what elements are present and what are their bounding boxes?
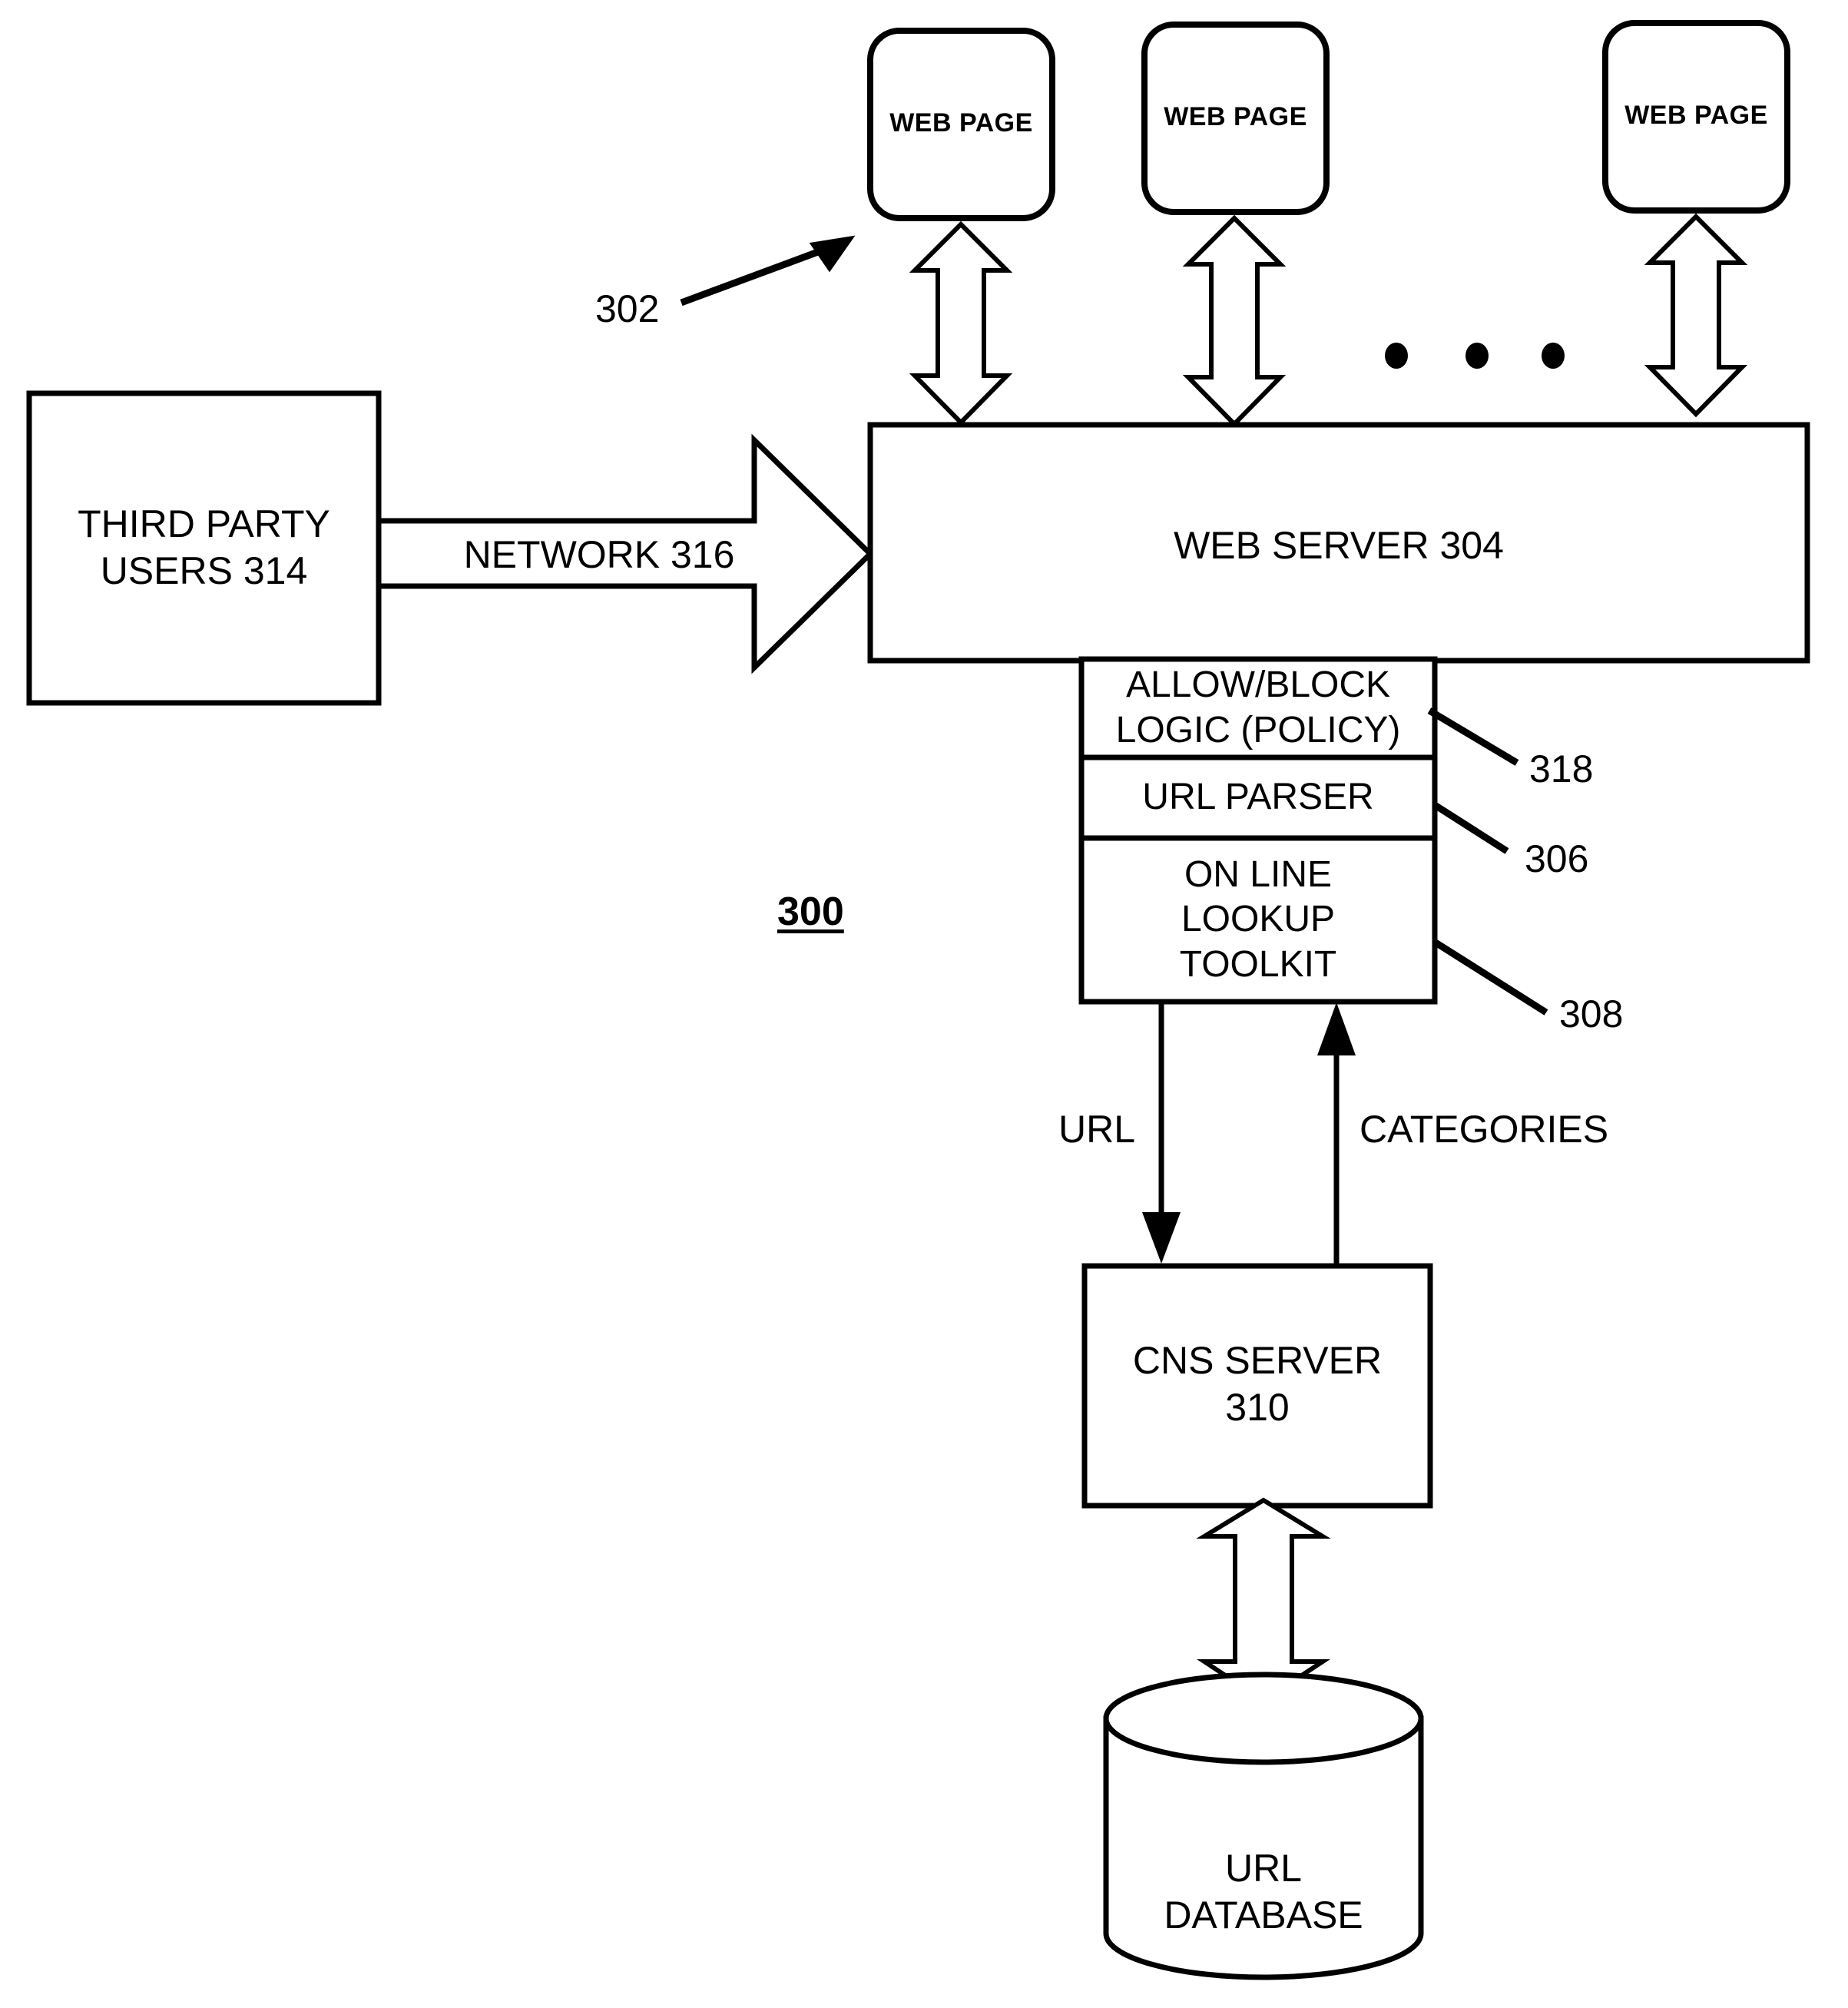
url-arrow-head: [1142, 1212, 1181, 1264]
allow-block-logic-label: ALLOW/BLOCK LOGIC (POLICY): [1115, 664, 1401, 751]
pointer-302-arrowhead: [809, 235, 856, 273]
url-parser-label: URL PARSER: [1142, 777, 1374, 818]
cns-db-block-arrow: [1196, 1497, 1331, 1704]
web-page-label-2: WEB PAGE: [1164, 102, 1307, 132]
web-page-1-server-arrow: [909, 220, 1013, 426]
ellipsis-dot-3: [1542, 343, 1565, 369]
ellipsis-dot-1: [1385, 343, 1408, 369]
reference-numeral-306: 306: [1525, 837, 1589, 880]
web-page-label-1: WEB PAGE: [889, 108, 1033, 138]
url-database-cylinder-top: [1103, 1672, 1424, 1765]
categories-arrow-head: [1317, 1002, 1356, 1055]
patent-figure-300: WEB PAGE WEB PAGE WEB PAGE 302 THIRD PAR…: [0, 0, 1848, 2008]
reference-numeral-318: 318: [1529, 747, 1594, 790]
url-edge-label: URL: [1058, 1108, 1136, 1151]
ellipsis-dot-2: [1465, 343, 1489, 369]
third-party-users-label: THIRD PARTY USERS 314: [78, 502, 330, 592]
categories-edge-label: CATEGORIES: [1360, 1108, 1609, 1151]
reference-numeral-308: 308: [1559, 992, 1624, 1035]
figure-number-300: 300: [777, 890, 844, 934]
web-page-2-server-arrow: [1182, 214, 1287, 428]
pointer-302-leader: [680, 246, 826, 307]
web-server-label: WEB SERVER 304: [1174, 523, 1504, 567]
web-page-label-3: WEB PAGE: [1624, 101, 1768, 131]
online-lookup-toolkit-label: ON LINE LOOKUP TOOLKIT: [1179, 853, 1337, 985]
reference-numeral-302: 302: [595, 287, 660, 330]
web-page-3-server-arrow: [1644, 213, 1748, 418]
leader-line-318: [1427, 707, 1519, 766]
cns-server-label: CNS SERVER 310: [1132, 1339, 1383, 1429]
leader-line-308: [1433, 939, 1548, 1016]
url-database-label: URL DATABASE: [1164, 1847, 1363, 1937]
network-316-label: NETWORK 316: [463, 532, 735, 576]
leader-line-306: [1432, 802, 1509, 854]
